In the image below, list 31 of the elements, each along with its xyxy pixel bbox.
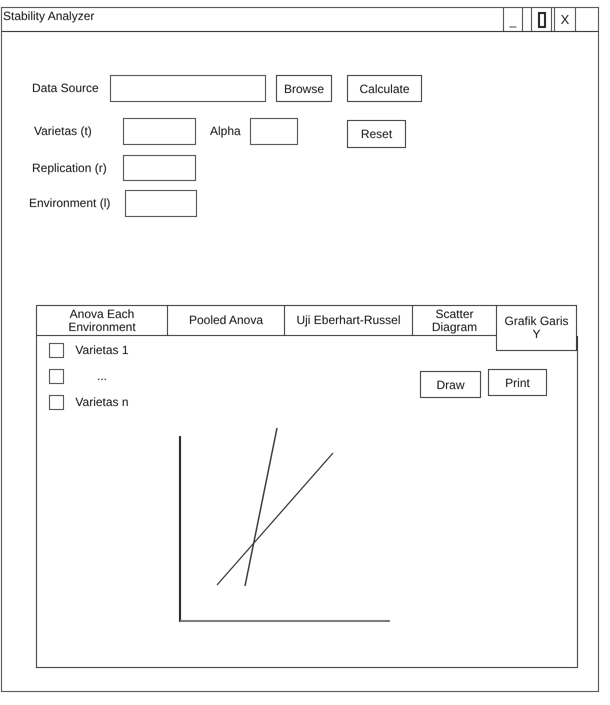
field-label: Varietas (t) — [34, 124, 92, 138]
close-button[interactable]: X — [554, 8, 576, 31]
maximize-icon — [538, 12, 546, 28]
field-label: Alpha — [210, 124, 241, 138]
print-button[interactable]: Print — [488, 369, 547, 396]
browse-button[interactable]: Browse — [276, 75, 332, 102]
checkbox[interactable] — [49, 395, 64, 410]
minimize-button[interactable]: _ — [503, 8, 523, 31]
calculate-button[interactable]: Calculate — [347, 75, 422, 102]
field-label: Replication (r) — [32, 161, 107, 175]
reset-button[interactable]: Reset — [347, 120, 406, 148]
checkbox[interactable] — [49, 369, 64, 384]
checkbox-label: Varietas 1 — [75, 343, 129, 357]
field-label: Data Source — [32, 81, 99, 95]
window-title: Stability Analyzer — [2, 8, 94, 23]
input-field[interactable] — [125, 190, 197, 217]
draw-button[interactable]: Draw — [420, 371, 481, 398]
tab[interactable]: Uji Eberhart-Russel — [284, 305, 413, 336]
tab[interactable]: Scatter Diagram — [412, 305, 497, 336]
checkbox[interactable] — [49, 343, 64, 358]
maximize-button[interactable] — [531, 8, 552, 31]
checkbox-label: ... — [96, 369, 107, 383]
input-field[interactable] — [110, 75, 266, 102]
checkbox-label: Varietas n — [75, 395, 129, 409]
tab[interactable]: Pooled Anova — [167, 305, 285, 336]
tab[interactable]: Grafik Garis Y — [496, 305, 577, 351]
input-field[interactable] — [250, 118, 298, 145]
tab[interactable]: Anova Each Environment — [36, 305, 168, 336]
input-field[interactable] — [123, 155, 196, 181]
input-field[interactable] — [123, 118, 196, 145]
field-label: Environment (l) — [29, 196, 110, 210]
